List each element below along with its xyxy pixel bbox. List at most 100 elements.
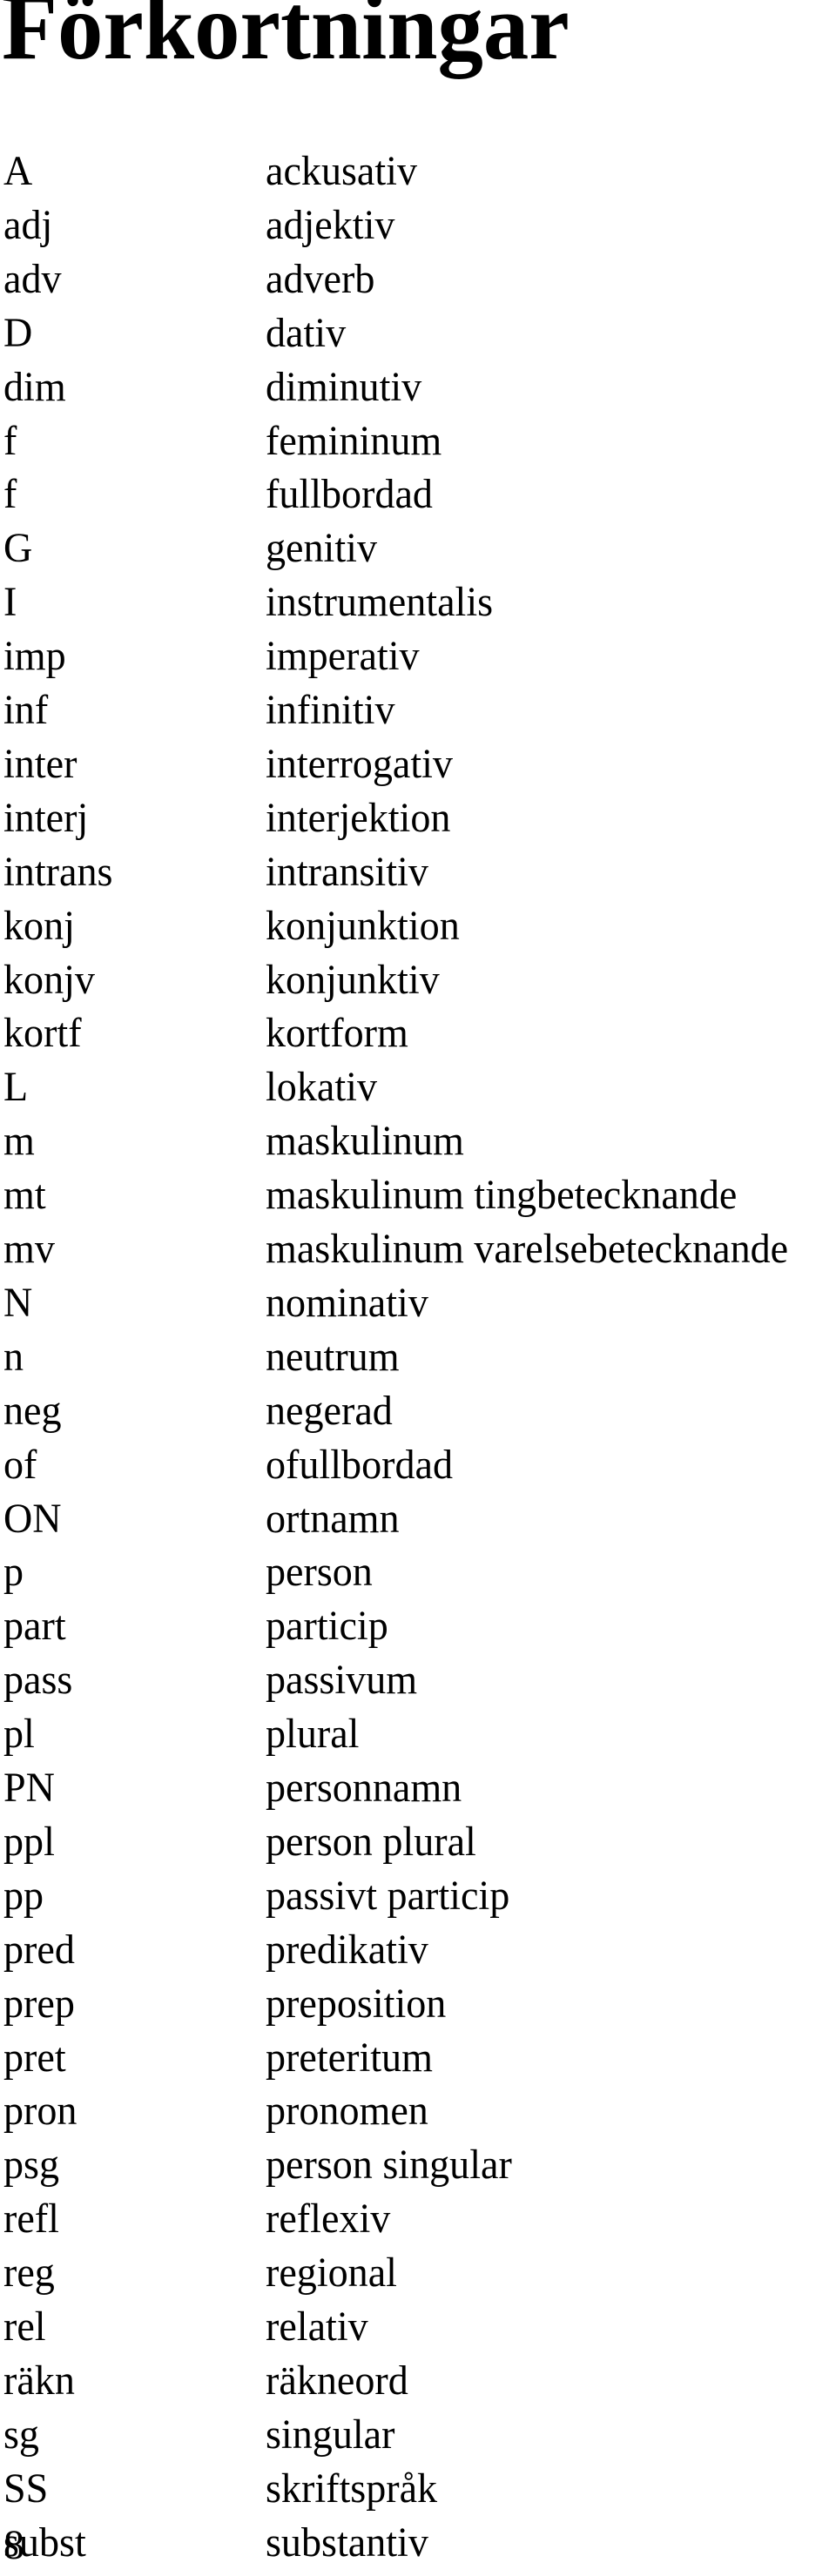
abbreviation-meaning: interrogativ <box>266 740 453 787</box>
abbreviation-row: konj konjunktion <box>0 905 836 959</box>
abbreviation-meaning: imperativ <box>266 633 420 680</box>
abbreviation: pp <box>3 1872 44 1919</box>
abbreviation: pret <box>3 2034 66 2081</box>
abbreviation-row: ON ortnamn <box>0 1495 836 1552</box>
abbreviation-row: ppl person plural <box>0 1818 836 1875</box>
abbreviation-meaning: dativ <box>266 309 347 356</box>
abbreviation: neg <box>3 1387 62 1434</box>
abbreviation: f <box>3 471 17 518</box>
abbreviation-row: f femininum <box>0 420 836 474</box>
abbreviation: f <box>3 417 17 464</box>
abbreviation-meaning: konjunktiv <box>266 956 440 1003</box>
abbreviation-row: interj interjektion <box>0 797 836 851</box>
abbreviation-meaning: particip <box>266 1603 388 1650</box>
abbreviation: part <box>3 1603 66 1650</box>
abbreviation-meaning: fullbordad <box>266 471 433 518</box>
abbreviation-row: subst substantiv <box>0 2519 836 2576</box>
abbreviation: PN <box>3 1765 55 1811</box>
abbreviation: mv <box>3 1226 55 1272</box>
abbreviation-meaning: passivum <box>266 1657 418 1704</box>
abbreviation-meaning: person plural <box>266 1818 476 1865</box>
abbreviation-meaning: negerad <box>266 1387 393 1434</box>
abbreviation-row: pred predikativ <box>0 1926 836 1983</box>
abbreviation: sg <box>3 2411 39 2458</box>
abbreviation-row: Nnominativ <box>0 1281 836 1336</box>
abbreviation-meaning: femininum <box>266 417 442 464</box>
abbreviation-row: adj adjektiv <box>0 204 836 259</box>
abbreviation-row: m maskulinum <box>0 1120 836 1174</box>
abbreviation-meaning: neutrum <box>266 1333 400 1380</box>
abbreviation-row: inf infinitiv <box>0 689 836 743</box>
abbreviation-row: dim diminutiv <box>0 363 836 420</box>
abbreviation-meaning: reflexiv <box>266 2196 391 2243</box>
abbreviation-row: prep preposition <box>0 1980 836 2037</box>
abbreviation-meaning: instrumentalis <box>266 579 494 626</box>
abbreviation-meaning: personnamn <box>266 1765 462 1811</box>
abbreviation: imp <box>3 633 66 680</box>
abbreviation-row: f fullbordad <box>0 474 836 528</box>
abbreviation: D <box>3 309 33 356</box>
abbreviation-meaning: passivt particip <box>266 1872 510 1919</box>
abbreviation: L <box>3 1064 29 1111</box>
abbreviation-row: pret preteritum <box>0 2034 836 2091</box>
abbreviation-meaning: skriftspråk <box>266 2465 438 2512</box>
abbreviation-row: mv maskulinum varelsebetecknande <box>0 1228 836 1282</box>
abbreviation: ppl <box>3 1818 55 1865</box>
abbreviation: inf <box>3 687 49 733</box>
abbreviation-row: räkn räkneord <box>0 2357 836 2414</box>
abbreviation: intrans <box>3 848 113 895</box>
abbreviation-row: inter interrogativ <box>0 743 836 797</box>
abbreviation-row: pp passivt particip <box>0 1872 836 1929</box>
abbreviation-row: PN personnamn <box>0 1767 836 1821</box>
abbreviation-row: neg negerad <box>0 1387 836 1444</box>
abbreviation-row: SS skriftspråk <box>0 2465 836 2522</box>
abbreviation-meaning: ackusativ <box>266 148 418 194</box>
abbreviation: refl <box>3 2196 59 2243</box>
abbreviation-row: Iinstrumentalis <box>0 582 836 636</box>
abbreviation-meaning: räkneord <box>266 2357 408 2404</box>
abbreviation: n <box>3 1333 24 1380</box>
abbreviation-row: rel relativ <box>0 2306 836 2360</box>
abbreviation: räkn <box>3 2357 75 2404</box>
abbreviation: prep <box>3 1980 75 2027</box>
abbreviation-row: kortf kortform <box>0 1012 836 1066</box>
abbreviation-meaning: regional <box>266 2250 397 2297</box>
abbreviation: I <box>3 579 17 626</box>
abbreviation-row: pass passivum <box>0 1659 836 1713</box>
abbreviation: pl <box>3 1711 35 1758</box>
abbreviation-meaning: substantiv <box>266 2519 428 2566</box>
abbreviation-meaning: preposition <box>266 1980 447 2027</box>
abbreviation-row: pl plural <box>0 1713 836 1767</box>
abbreviation-row: imp imperativ <box>0 636 836 689</box>
abbreviation: konj <box>3 902 75 949</box>
abbreviation-meaning: predikativ <box>266 1926 428 1973</box>
abbreviation-row: n neutrum <box>0 1333 836 1390</box>
abbreviation-meaning: plural <box>266 1711 360 1758</box>
abbreviation-row: psg person singular <box>0 2144 836 2198</box>
abbreviation: ON <box>3 1495 62 1542</box>
abbreviation-row: intrans intransitiv <box>0 851 836 905</box>
abbreviation-meaning: kortform <box>266 1010 408 1057</box>
page-title: Förkortningar <box>2 0 570 79</box>
abbreviation: psg <box>3 2142 60 2189</box>
abbreviation-meaning: maskulinum <box>266 1118 464 1165</box>
abbreviation-row: Aackusativ <box>0 151 836 205</box>
abbreviation-meaning: preteritum <box>266 2034 433 2081</box>
abbreviation-row: Ggenitiv <box>0 528 836 582</box>
abbreviation-row: adv adverb <box>0 258 836 313</box>
abbreviation: rel <box>3 2304 46 2350</box>
abbreviation-meaning: maskulinum tingbetecknande <box>266 1172 738 1219</box>
abbreviation-meaning: ortnamn <box>266 1495 400 1542</box>
abbreviation: dim <box>3 363 66 410</box>
abbreviation: m <box>3 1118 35 1165</box>
abbreviation-row: p person <box>0 1551 836 1605</box>
abbreviation: mt <box>3 1172 46 1219</box>
abbreviation-meaning: konjunktion <box>266 902 460 949</box>
abbreviation-row: konjv konjunktiv <box>0 956 836 1013</box>
abbreviation-row: reg regional <box>0 2252 836 2306</box>
page-number: 8 <box>3 2522 24 2568</box>
abbreviation-meaning: interjektion <box>266 794 451 841</box>
abbreviation-row: refl reflexiv <box>0 2198 836 2252</box>
abbreviation: kortf <box>3 1010 82 1057</box>
abbreviation-meaning: diminutiv <box>266 363 422 410</box>
